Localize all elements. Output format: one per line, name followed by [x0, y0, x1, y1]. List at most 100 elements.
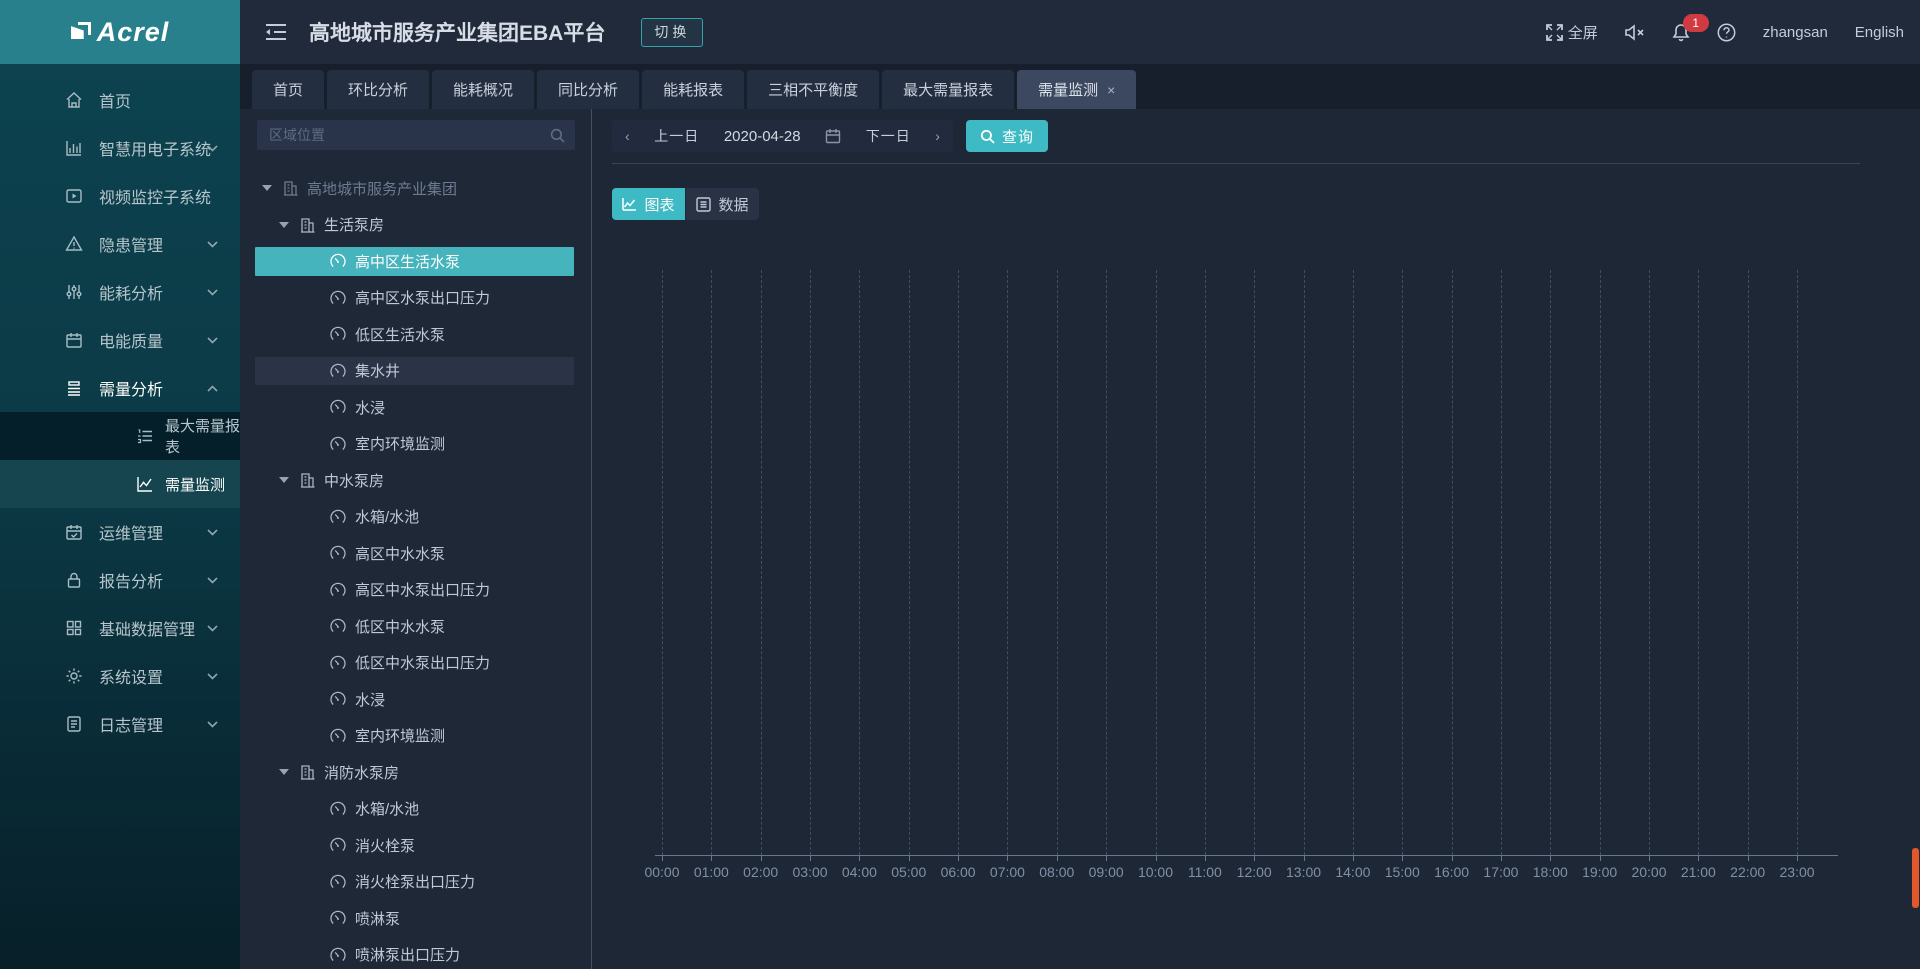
sidebar-item-8[interactable]: 报告分析: [0, 556, 240, 604]
tree-node-label: 低区生活水泵: [355, 324, 445, 345]
tab-4[interactable]: 能耗报表: [642, 70, 744, 109]
header-right: 全屏 1 zhangsan: [1546, 22, 1920, 43]
home-icon: [64, 91, 84, 109]
tree-node-1[interactable]: 生活泵房: [240, 207, 590, 244]
gridline: [1550, 270, 1551, 855]
tree-node-9[interactable]: 水箱/水池: [240, 499, 590, 536]
sidebar-item-5[interactable]: 电能质量: [0, 316, 240, 364]
notification-button[interactable]: 1: [1672, 23, 1690, 42]
sidebar-subitem-0[interactable]: 最大需量报表: [0, 412, 240, 460]
gauge-icon: [329, 801, 347, 817]
username[interactable]: zhangsan: [1763, 24, 1828, 41]
sidebar: Acrel 首页智慧用电子系统视频监控子系统隐患管理能耗分析电能质量需量分析最大…: [0, 0, 240, 969]
sidebar-item-label: 系统设置: [99, 664, 163, 688]
tab-label: 能耗概况: [453, 79, 513, 100]
sidebar-item-1[interactable]: 智慧用电子系统: [0, 124, 240, 172]
tab-0[interactable]: 首页: [252, 70, 324, 109]
axis-tick: [1649, 856, 1650, 861]
sidebar-item-2[interactable]: 视频监控子系统: [0, 172, 240, 220]
tree-node-label: 水浸: [355, 397, 385, 418]
close-icon[interactable]: ×: [1107, 82, 1115, 98]
sidebar-item-7[interactable]: 运维管理: [0, 508, 240, 556]
vertical-scrollbar-thumb[interactable]: [1912, 848, 1919, 908]
tab-3[interactable]: 同比分析: [537, 70, 639, 109]
sidebar-item-10[interactable]: 系统设置: [0, 652, 240, 700]
sidebar-item-9[interactable]: 基础数据管理: [0, 604, 240, 652]
tree-node-label: 高中区生活水泵: [355, 251, 460, 272]
sidebar-item-11[interactable]: 日志管理: [0, 700, 240, 748]
chart-plot-area: 00:0001:0002:0003:0004:0005:0006:0007:00…: [592, 109, 1920, 969]
tab-5[interactable]: 三相不平衡度: [747, 70, 879, 109]
caret-down-icon[interactable]: [277, 764, 291, 780]
tree-node-3[interactable]: 高中区水泵出口压力: [240, 280, 590, 317]
sidebar-item-6[interactable]: 需量分析: [0, 364, 240, 412]
tree-node-label: 低区中水泵出口压力: [355, 652, 490, 673]
menu-collapse-icon[interactable]: [265, 22, 287, 42]
gridline: [1452, 270, 1453, 855]
tree-node-10[interactable]: 高区中水水泵: [240, 535, 590, 572]
axis-tick: [1304, 856, 1305, 861]
tree-node-14[interactable]: 水浸: [240, 681, 590, 718]
tab-1[interactable]: 环比分析: [327, 70, 429, 109]
axis-tick: [1106, 856, 1107, 861]
sidebar-subitem-1[interactable]: 需量监测: [0, 460, 240, 508]
tree-node-7[interactable]: 室内环境监测: [240, 426, 590, 463]
sidebar-subitem-label: 需量监测: [165, 474, 225, 495]
tree-node-6[interactable]: 水浸: [240, 389, 590, 426]
axis-tick: [1748, 856, 1749, 861]
sliders-icon: [64, 283, 84, 301]
tree-node-4[interactable]: 低区生活水泵: [240, 316, 590, 353]
sidebar-item-4[interactable]: 能耗分析: [0, 268, 240, 316]
tree-node-13[interactable]: 低区中水泵出口压力: [240, 645, 590, 682]
tree-node-12[interactable]: 低区中水水泵: [240, 608, 590, 645]
chevron-up-icon: [207, 385, 218, 392]
sidebar-item-0[interactable]: 首页: [0, 76, 240, 124]
tree-node-8[interactable]: 中水泵房: [240, 462, 590, 499]
axis-tick: [1007, 856, 1008, 861]
gauge-icon: [329, 545, 347, 561]
sidebar-subitem-label: 最大需量报表: [165, 415, 240, 457]
sidebar-menu: 首页智慧用电子系统视频监控子系统隐患管理能耗分析电能质量需量分析最大需量报表需量…: [0, 64, 240, 748]
fullscreen-button[interactable]: 全屏: [1546, 22, 1598, 43]
tree-node-19[interactable]: 消火栓泵出口压力: [240, 864, 590, 901]
caret-down-icon[interactable]: [277, 472, 291, 488]
tree-node-18[interactable]: 消火栓泵: [240, 827, 590, 864]
gauge-icon: [329, 910, 347, 926]
gear-icon: [64, 667, 84, 685]
tab-6[interactable]: 最大需量报表: [882, 70, 1014, 109]
gridline: [662, 270, 663, 855]
tab-7[interactable]: 需量监测×: [1017, 70, 1136, 109]
chevron-down-icon: [207, 289, 218, 296]
tree-node-17[interactable]: 水箱/水池: [240, 791, 590, 828]
acrel-logo-icon: [71, 22, 91, 42]
tree-node-20[interactable]: 喷淋泵: [240, 900, 590, 937]
gridline: [859, 270, 860, 855]
caret-down-icon[interactable]: [277, 217, 291, 233]
gauge-icon: [329, 326, 347, 342]
building-icon: [281, 180, 299, 196]
mute-button[interactable]: [1625, 24, 1645, 41]
caret-down-icon[interactable]: [260, 180, 274, 196]
tree-node-16[interactable]: 消防水泵房: [240, 754, 590, 791]
tree-node-label: 水浸: [355, 689, 385, 710]
gauge-icon: [329, 290, 347, 306]
tree-node-5[interactable]: 集水井: [240, 353, 590, 390]
tree-search-input[interactable]: [267, 126, 550, 144]
language-switch[interactable]: English: [1855, 24, 1904, 41]
tree-node-2[interactable]: 高中区生活水泵: [240, 243, 590, 280]
switch-button[interactable]: 切换: [641, 18, 703, 47]
tree-node-15[interactable]: 室内环境监测: [240, 718, 590, 755]
tab-bar: 首页环比分析 能耗概况 同比分析能耗报表三相不平衡度最大需量报表需量监测×: [240, 64, 1920, 109]
gridline: [761, 270, 762, 855]
tree-node-21[interactable]: 喷淋泵出口压力: [240, 937, 590, 969]
acrel-logo: Acrel: [0, 0, 240, 64]
help-button[interactable]: [1717, 23, 1736, 42]
speaker-muted-icon: [1625, 24, 1645, 41]
tab-2[interactable]: 能耗概况: [432, 70, 534, 109]
gridline: [1156, 270, 1157, 855]
tree-node-0[interactable]: 高地城市服务产业集团: [240, 170, 590, 207]
search-icon[interactable]: [550, 128, 565, 143]
fullscreen-label: 全屏: [1568, 22, 1598, 43]
tree-node-11[interactable]: 高区中水泵出口压力: [240, 572, 590, 609]
sidebar-item-3[interactable]: 隐患管理: [0, 220, 240, 268]
